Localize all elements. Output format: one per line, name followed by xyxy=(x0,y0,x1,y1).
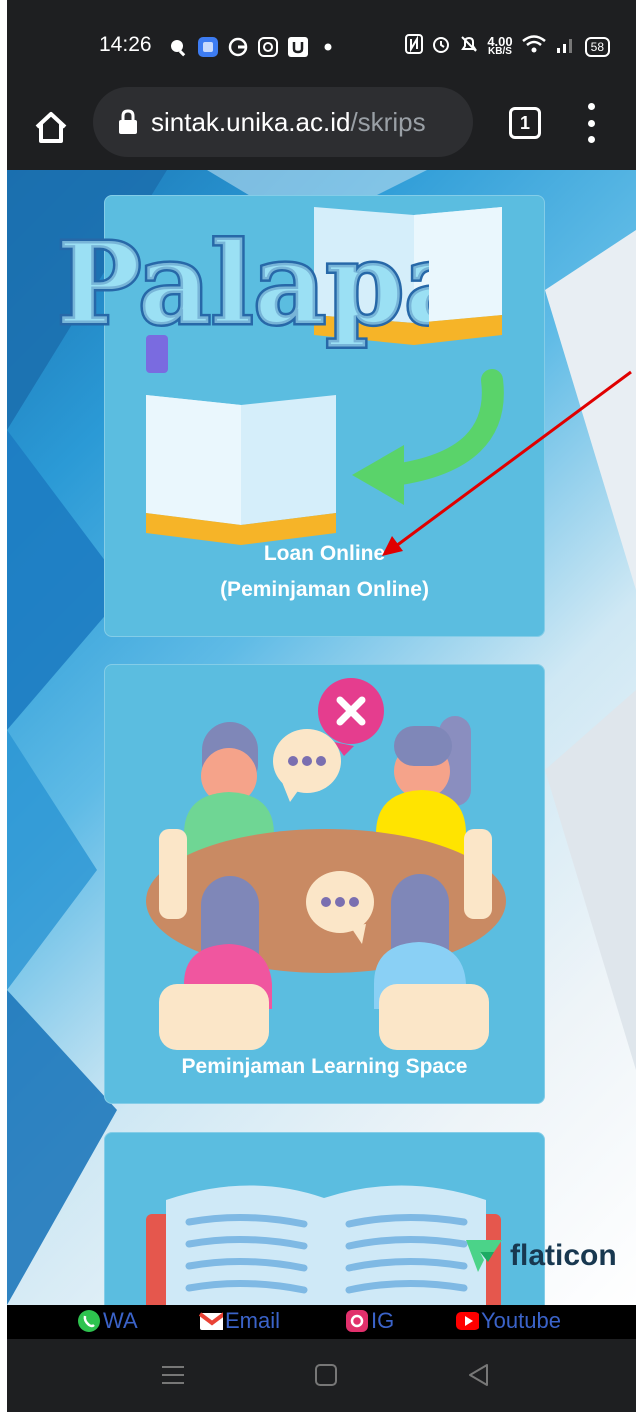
footer-link-label: IG xyxy=(371,1308,395,1333)
flaticon-watermark: flaticon xyxy=(464,1238,617,1274)
footer-link-label: Email xyxy=(225,1308,281,1333)
footer-link-instagram[interactable]: IG xyxy=(345,1308,394,1334)
status-right-icons: 4.00 KB/S 58 xyxy=(405,34,610,59)
url-text: sintak.unika.ac.id/skrips xyxy=(151,107,426,138)
instagram-icon xyxy=(257,36,279,58)
status-left-icons xyxy=(167,36,339,58)
u-icon xyxy=(287,36,309,58)
home-icon xyxy=(35,112,67,143)
palapa-logo: Palapa Palapa xyxy=(55,217,430,353)
whatsapp-icon xyxy=(77,1309,101,1333)
meeting-illustration xyxy=(146,678,506,1050)
third-card[interactable] xyxy=(104,1132,545,1305)
alarm-icon xyxy=(431,34,451,59)
flaticon-logo-icon xyxy=(466,1240,502,1272)
more-menu-button[interactable] xyxy=(585,103,597,143)
browser-toolbar: sintak.unika.ac.id/skrips 1 xyxy=(7,85,636,170)
nfc-icon xyxy=(405,34,424,59)
footer-link-youtube[interactable]: Youtube xyxy=(455,1308,561,1334)
back-nav-button[interactable] xyxy=(465,1361,493,1389)
footer-link-email[interactable]: Email xyxy=(199,1308,280,1334)
g-icon xyxy=(227,36,249,58)
network-speed-unit: KB/S xyxy=(488,45,512,57)
wifi-icon xyxy=(521,34,547,59)
lock-icon xyxy=(119,109,137,134)
battery-indicator: 58 xyxy=(584,36,610,57)
url-domain: sintak.unika.ac.id xyxy=(151,106,351,137)
gmail-icon xyxy=(199,1309,223,1333)
address-bar[interactable]: sintak.unika.ac.id/skrips xyxy=(93,87,473,157)
menu-lines-icon xyxy=(162,1366,184,1384)
back-triangle-icon xyxy=(469,1364,488,1386)
instagram-icon xyxy=(345,1309,369,1333)
footer-link-whatsapp[interactable]: WA xyxy=(77,1308,138,1334)
phone-screen: 14:26 4.00 KB/S 58 sintak.unika.ac.id/sk… xyxy=(7,0,636,1412)
signal-icon xyxy=(555,34,577,59)
mute-icon xyxy=(459,34,479,59)
flaticon-text: flaticon xyxy=(510,1239,617,1272)
dot-icon xyxy=(317,36,339,58)
url-path: /skrips xyxy=(350,106,426,137)
home-nav-button[interactable] xyxy=(312,1361,340,1389)
loan-online-sublabel: (Peminjaman Online) xyxy=(220,578,429,601)
learning-space-card[interactable]: Peminjaman Learning Space xyxy=(104,664,545,1104)
tab-switcher-button[interactable]: 1 xyxy=(509,107,541,139)
system-navigation-bar xyxy=(7,1339,636,1412)
network-speed-value: 4.00 xyxy=(487,33,513,49)
app-icon xyxy=(197,36,219,58)
footer-links-bar: WA Email IG Youtube xyxy=(7,1305,636,1339)
loan-online-label: Loan Online xyxy=(263,542,386,565)
page-content: Loan Online (Peminjaman Online) Palapa P… xyxy=(7,170,636,1305)
footer-link-label: WA xyxy=(103,1308,138,1333)
footer-link-label: Youtube xyxy=(481,1308,561,1333)
recent-apps-button[interactable] xyxy=(159,1361,187,1389)
search-icon xyxy=(167,36,189,58)
network-speed: 4.00 KB/S xyxy=(487,33,513,57)
youtube-icon xyxy=(455,1309,479,1333)
learning-space-label: Peminjaman Learning Space xyxy=(181,1055,468,1078)
open-book-illustration xyxy=(146,1185,501,1305)
status-bar: 14:26 4.00 KB/S 58 xyxy=(7,0,636,85)
home-button[interactable] xyxy=(29,105,73,149)
square-icon xyxy=(315,1364,337,1386)
status-time: 14:26 xyxy=(99,33,152,56)
svg-text:Palapa: Palapa xyxy=(57,219,429,350)
